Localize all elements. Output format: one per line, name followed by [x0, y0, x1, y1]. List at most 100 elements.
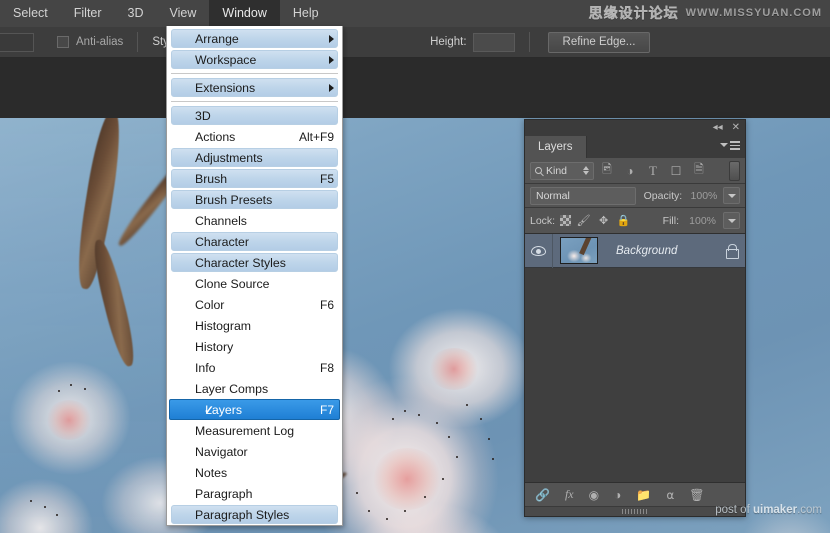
menu-item-workspace[interactable]: Workspace — [167, 49, 342, 70]
menu-item-paragraph[interactable]: Paragraph — [167, 483, 342, 504]
tab-layers[interactable]: Layers — [525, 136, 587, 158]
menu-item-label: Clone Source — [195, 276, 270, 291]
menu-item-label: Extensions — [195, 80, 256, 95]
menu-item-label: Brush Presets — [195, 192, 273, 207]
fill-value[interactable]: 100% — [684, 213, 718, 229]
menu-item-label: Workspace — [195, 52, 257, 67]
menu-item-shortcut: F5 — [319, 171, 334, 186]
menu-item-notes[interactable]: Notes — [167, 462, 342, 483]
options-separator — [528, 32, 530, 52]
menu-bar: Select Filter 3D View Window Help — [0, 0, 830, 27]
lock-image-pixels-icon[interactable]: 🖌 — [576, 213, 591, 228]
opacity-dropdown-icon[interactable] — [723, 187, 740, 204]
new-layer-icon[interactable]: ⍺ — [666, 487, 674, 503]
menu-item-label: Adjustments — [195, 150, 263, 165]
anti-alias-checkbox[interactable] — [57, 36, 69, 48]
lock-position-icon[interactable]: ✥ — [596, 213, 611, 228]
close-panel-icon[interactable]: ✕ — [732, 123, 740, 133]
blossom-center — [46, 400, 92, 440]
filter-enable-toggle[interactable] — [729, 160, 740, 181]
menubar-item-window[interactable]: Window — [209, 0, 280, 27]
lock-all-icon[interactable]: 🔒 — [616, 213, 631, 228]
menu-item-info[interactable]: Info F8 — [167, 357, 342, 378]
menu-item-navigator[interactable]: Navigator — [167, 441, 342, 462]
menu-item-brush[interactable]: Brush F5 — [167, 168, 342, 189]
delete-layer-icon[interactable]: 🗑 — [689, 487, 704, 503]
pixel-filter-icon[interactable]: 🖻 — [597, 161, 617, 181]
menu-item-layers[interactable]: ✓ Layers F7 — [167, 399, 342, 420]
window-dropdown-menu: Arrange Workspace Extensions 3D Actions … — [166, 26, 343, 526]
menu-item-histogram[interactable]: Histogram — [167, 315, 342, 336]
layers-filter-row: Kind 🖻 ◑ T ☐ 🗎 — [525, 158, 745, 184]
type-filter-icon[interactable]: T — [643, 161, 663, 181]
menubar-item-filter[interactable]: Filter — [61, 0, 115, 27]
new-group-icon[interactable]: 📁 — [636, 487, 651, 503]
options-separator — [137, 32, 139, 52]
menu-item-label: Notes — [195, 465, 228, 480]
menu-item-clone-source[interactable]: Clone Source — [167, 273, 342, 294]
stamen-dot — [492, 458, 494, 460]
eye-icon — [531, 245, 546, 256]
grip-icon — [622, 509, 648, 514]
menu-item-extensions[interactable]: Extensions — [167, 77, 342, 98]
menu-item-3d[interactable]: 3D — [167, 105, 342, 126]
filter-kind-select[interactable]: Kind — [530, 161, 594, 180]
menubar-item-help[interactable]: Help — [280, 0, 332, 27]
stamen-dot — [70, 384, 72, 386]
menu-item-paragraph-styles[interactable]: Paragraph Styles — [167, 504, 342, 525]
menu-item-label: Layers — [205, 402, 242, 417]
menu-item-label: Histogram — [195, 318, 252, 333]
adjustment-layer-icon[interactable]: ◑ — [614, 487, 621, 503]
menubar-item-view[interactable]: View — [157, 0, 210, 27]
shape-filter-icon[interactable]: ☐ — [666, 161, 686, 181]
options-bar: Anti-alias Style: Normal Height: Refine … — [0, 27, 830, 58]
menu-item-history[interactable]: History — [167, 336, 342, 357]
menubar-item-select[interactable]: Select — [0, 0, 61, 27]
smartobject-filter-icon[interactable]: 🗎 — [689, 161, 709, 181]
menu-item-arrange[interactable]: Arrange — [167, 28, 342, 49]
menubar-item-3d[interactable]: 3D — [115, 0, 157, 27]
stamen-dot — [404, 410, 406, 412]
refine-edge-button[interactable]: Refine Edge... — [547, 31, 651, 53]
layer-thumbnail[interactable] — [560, 237, 598, 264]
menu-item-measurement-log[interactable]: Measurement Log — [167, 420, 342, 441]
stamen-dot — [356, 492, 358, 494]
fill-dropdown-icon[interactable] — [723, 212, 740, 229]
submenu-arrow-icon — [329, 34, 334, 43]
stamen-dot — [368, 510, 370, 512]
stamen-dot — [44, 506, 46, 508]
blossom-center — [372, 448, 442, 510]
adjustment-filter-icon[interactable]: ◑ — [620, 161, 640, 181]
foreground-color-swatch[interactable] — [0, 32, 34, 52]
link-layers-icon[interactable]: 🔗 — [535, 487, 550, 503]
layers-panel-titlebar: ◂◂ ✕ — [525, 120, 745, 136]
table-row[interactable]: Background — [525, 234, 745, 268]
menu-item-color[interactable]: Color F6 — [167, 294, 342, 315]
menu-item-layer-comps[interactable]: Layer Comps — [167, 378, 342, 399]
panel-resize-grip[interactable] — [525, 506, 745, 516]
menu-item-brush-presets[interactable]: Brush Presets — [167, 189, 342, 210]
menu-item-channels[interactable]: Channels — [167, 210, 342, 231]
lock-transparency-icon[interactable] — [560, 215, 572, 226]
panel-menu-icon[interactable] — [720, 141, 740, 150]
stamen-dot — [56, 514, 58, 516]
opacity-value[interactable]: 100% — [686, 188, 719, 204]
menu-item-character-styles[interactable]: Character Styles — [167, 252, 342, 273]
layer-visibility-toggle[interactable] — [525, 234, 553, 268]
blend-mode-select[interactable]: Normal — [530, 186, 636, 205]
menu-item-label: Arrange — [195, 31, 239, 46]
layer-style-fx-icon[interactable]: fx — [565, 487, 574, 503]
menu-item-label: Paragraph — [195, 486, 253, 501]
layers-list[interactable]: Background — [525, 234, 745, 482]
height-input[interactable] — [472, 32, 515, 52]
menu-item-adjustments[interactable]: Adjustments — [167, 147, 342, 168]
menu-separator — [171, 73, 338, 74]
stamen-dot — [442, 478, 444, 480]
collapse-panel-icon[interactable]: ◂◂ — [713, 123, 723, 133]
layer-name-label[interactable]: Background — [616, 245, 725, 257]
menu-item-actions[interactable]: Actions Alt+F9 — [167, 126, 342, 147]
menu-item-character[interactable]: Character — [167, 231, 342, 252]
menu-item-label: Character — [195, 234, 249, 249]
layer-mask-icon[interactable]: ◉ — [589, 487, 599, 503]
fill-label: Fill: — [662, 214, 679, 227]
